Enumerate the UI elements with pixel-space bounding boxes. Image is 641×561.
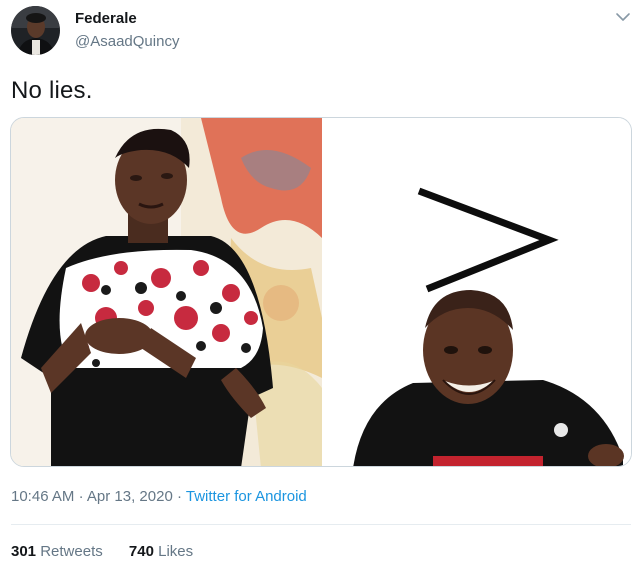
- avatar-photo: [11, 6, 60, 55]
- avatar[interactable]: [11, 6, 60, 55]
- tweet-time[interactable]: 10:46 AM: [11, 488, 74, 505]
- tweet-text: No lies.: [11, 77, 93, 104]
- retweets-count: 301: [11, 543, 37, 560]
- tweet-source-link[interactable]: Twitter for Android: [186, 488, 307, 505]
- tweet-media: [10, 117, 632, 467]
- media-photo-left[interactable]: [11, 118, 322, 466]
- author-handle[interactable]: @AsaadQuincy: [75, 33, 179, 50]
- meta-separator: ·: [176, 488, 182, 505]
- likes-label: Likes: [158, 543, 194, 560]
- likes-stat[interactable]: 740 Likes: [129, 543, 193, 560]
- tweet-card: Federale @AsaadQuincy No lies. 10:46 AM …: [0, 0, 641, 561]
- media-photo-right[interactable]: [323, 118, 631, 466]
- retweets-stat[interactable]: 301 Retweets: [11, 543, 107, 560]
- tweet-meta: 10:46 AM · Apr 13, 2020 · Twitter for An…: [11, 488, 307, 505]
- author-name[interactable]: Federale: [75, 10, 137, 27]
- tweet-stats: 301 Retweets 740 Likes: [11, 543, 193, 560]
- likes-count: 740: [128, 543, 154, 560]
- meta-separator: ·: [78, 488, 84, 505]
- tweet-date[interactable]: Apr 13, 2020: [87, 488, 173, 505]
- retweets-label: Retweets: [40, 543, 103, 560]
- chevron-down-icon[interactable]: [614, 8, 632, 26]
- divider: [11, 524, 631, 525]
